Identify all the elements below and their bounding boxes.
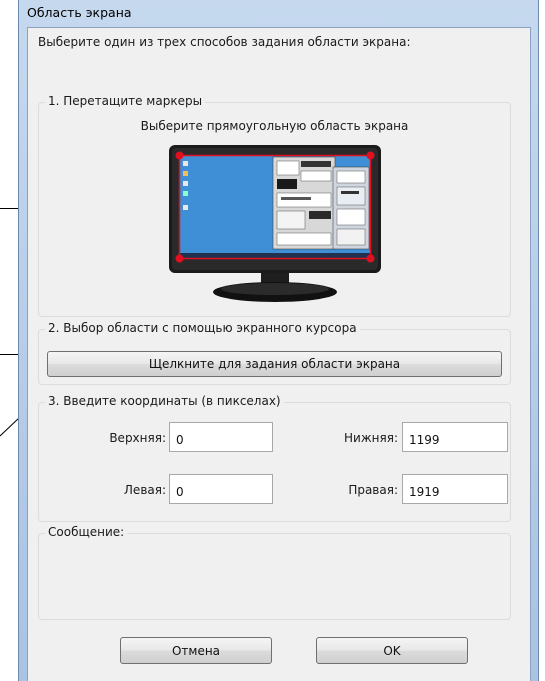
drag-handle-top-right-icon[interactable] <box>364 149 377 162</box>
cursor-select-group: 2. Выбор области с помощью экранного кур… <box>38 321 511 385</box>
left-coordinate-input[interactable] <box>169 474 273 504</box>
monitor-preview <box>169 145 381 305</box>
title-bar[interactable]: Область экрана <box>19 0 538 26</box>
left-label: Левая: <box>123 483 166 497</box>
top-label: Верхняя: <box>109 431 166 445</box>
message-legend: Сообщение: <box>45 525 128 539</box>
message-group: Сообщение: <box>38 525 511 620</box>
drag-markers-group: 1. Перетащите маркеры Выберите прямоугол… <box>38 94 511 317</box>
right-coordinate-input[interactable] <box>402 474 508 504</box>
cursor-select-legend: 2. Выбор области с помощью экранного кур… <box>45 321 360 335</box>
coordinates-legend: 3. Введите координаты (в пикселах) <box>45 394 284 408</box>
window-title: Область экрана <box>27 5 132 20</box>
screen-area-dialog: Область экрана Выберите один из трех спо… <box>18 0 539 681</box>
drag-handle-bottom-left-icon[interactable] <box>173 252 186 265</box>
top-coordinate-input[interactable] <box>169 422 273 452</box>
coordinates-group: 3. Введите координаты (в пикселах) Верхн… <box>38 394 511 522</box>
dialog-client-area: Выберите один из трех способов задания о… <box>27 27 531 681</box>
drag-markers-legend: 1. Перетащите маркеры <box>45 94 206 108</box>
right-label: Правая: <box>348 483 398 497</box>
drag-handle-bottom-right-icon[interactable] <box>364 252 377 265</box>
drag-markers-subtitle: Выберите прямоугольную область экрана <box>140 119 409 133</box>
click-to-set-area-button[interactable]: Щелкните для задания области экрана <box>47 351 502 377</box>
ok-button[interactable]: OK <box>316 637 468 664</box>
instructions-text: Выберите один из трех способов задания о… <box>38 35 411 49</box>
bottom-label: Нижняя: <box>344 431 398 445</box>
cancel-button[interactable]: Отмена <box>120 637 272 664</box>
bottom-coordinate-input[interactable] <box>402 422 508 452</box>
drag-handle-top-left-icon[interactable] <box>173 149 186 162</box>
